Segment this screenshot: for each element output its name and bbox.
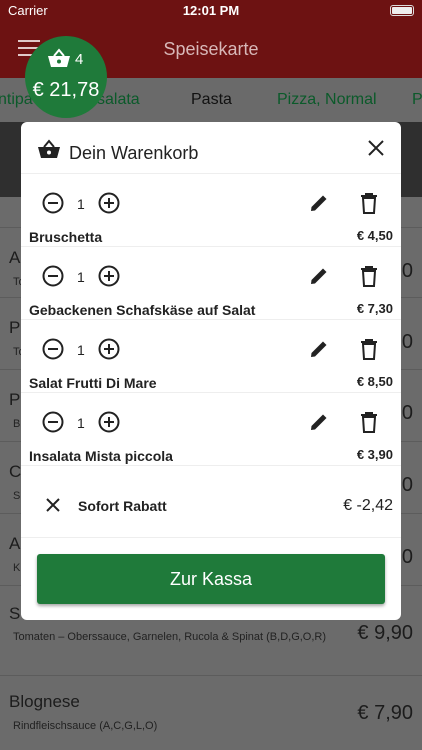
menu-item-desc: Tomaten – Oberssauce, Garnelen, Rucola &… [13, 631, 327, 643]
remove-discount-icon[interactable] [45, 497, 61, 518]
cart-total: € 21,78 [32, 79, 100, 101]
close-icon[interactable] [365, 137, 387, 159]
decrease-quantity-button[interactable] [42, 265, 64, 292]
item-quantity: 1 [77, 196, 85, 212]
cart-item: 1 Salat Frutti Di Mare € 8,50 [21, 320, 401, 393]
decrease-quantity-button[interactable] [42, 411, 64, 438]
status-bar: Carrier 12:01 PM [0, 0, 422, 22]
item-name: Salat Frutti Di Mare [29, 375, 157, 391]
menu-item-name: S [9, 604, 21, 623]
menu-item-name: A [9, 534, 21, 553]
discount-value: € -2,42 [343, 497, 393, 514]
item-quantity: 1 [77, 342, 85, 358]
status-time: 12:01 PM [182, 3, 240, 18]
tab-next[interactable]: P [412, 91, 422, 109]
increase-quantity-button[interactable] [98, 192, 120, 219]
menu-item-desc: K [13, 562, 21, 574]
decrease-quantity-button[interactable] [42, 192, 64, 219]
delete-trash-icon[interactable] [359, 338, 379, 365]
menu-item-name: C [9, 462, 22, 481]
increase-quantity-button[interactable] [98, 338, 120, 365]
tab-pasta[interactable]: Pasta [191, 91, 232, 109]
menu-item-price: 0 [401, 546, 413, 568]
delete-trash-icon[interactable] [359, 192, 379, 219]
cart-title: Dein Warenkorb [69, 143, 199, 163]
delete-trash-icon[interactable] [359, 265, 379, 292]
checkout-button[interactable]: Zur Kassa [37, 554, 385, 604]
item-price: € 3,90 [356, 447, 393, 462]
item-name: Gebackenen Schafskäse auf Salat [29, 302, 256, 318]
menu-item-price: € 9,90 [357, 622, 413, 644]
cart-dialog-header: Dein Warenkorb [21, 122, 401, 174]
menu-item-price: 0 [401, 260, 413, 282]
increase-quantity-button[interactable] [98, 411, 120, 438]
tab-pizza-normal[interactable]: Pizza, Normal [277, 91, 377, 109]
delete-trash-icon[interactable] [359, 411, 379, 438]
battery-icon [390, 5, 414, 16]
menu-item-price: € 7,90 [357, 702, 413, 724]
cart-count: 4 [75, 51, 84, 68]
edit-pencil-icon[interactable] [308, 411, 330, 438]
item-name: Bruschetta [29, 229, 103, 245]
cart-dialog: Dein Warenkorb 1 Bruschetta € 4,50 1 Geb… [21, 122, 401, 620]
item-price: € 8,50 [356, 374, 393, 389]
menu-item-name: Blognese [9, 692, 80, 711]
cart-item: 1 Bruschetta € 4,50 [21, 174, 401, 247]
menu-item-price: 0 [401, 474, 413, 496]
discount-row: Sofort Rabatt € -2,42 [21, 472, 401, 538]
menu-item-price: 0 [401, 331, 413, 353]
basket-icon [47, 48, 71, 73]
menu-item-price: 0 [401, 402, 413, 424]
increase-quantity-button[interactable] [98, 265, 120, 292]
discount-label: Sofort Rabatt [78, 498, 167, 514]
menu-item-desc: Rindfleischsauce (A,C,G,L,O) [13, 720, 158, 732]
edit-pencil-icon[interactable] [308, 265, 330, 292]
item-price: € 4,50 [356, 228, 393, 243]
cart-badge[interactable]: 4 € 21,78 [25, 36, 107, 118]
edit-pencil-icon[interactable] [308, 338, 330, 365]
decrease-quantity-button[interactable] [42, 338, 64, 365]
item-quantity: 1 [77, 415, 85, 431]
item-quantity: 1 [77, 269, 85, 285]
basket-icon [37, 139, 61, 164]
menu-item-desc: B [13, 418, 21, 430]
cart-item: 1 Insalata Mista piccola € 3,90 [21, 393, 401, 466]
menu-item-name: A [9, 248, 21, 267]
item-price: € 7,30 [356, 301, 393, 316]
menu-item[interactable]: Blognese Rindfleischsauce (A,C,G,L,O) € … [0, 675, 422, 750]
item-name: Insalata Mista piccola [29, 448, 173, 464]
edit-pencil-icon[interactable] [308, 192, 330, 219]
cart-item: 1 Gebackenen Schafskäse auf Salat € 7,30 [21, 247, 401, 320]
menu-item-desc: S [13, 490, 21, 502]
